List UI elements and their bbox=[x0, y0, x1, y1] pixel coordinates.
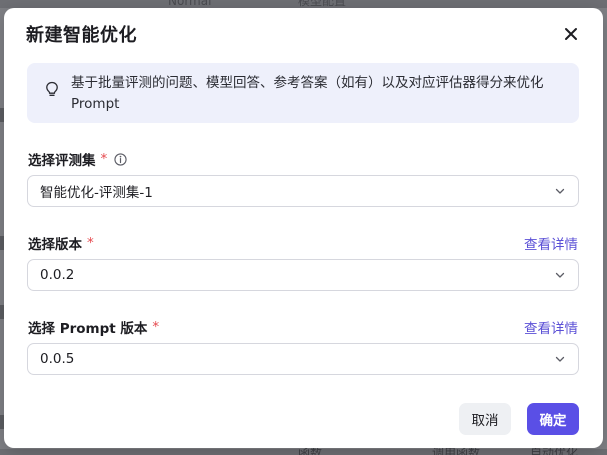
close-button[interactable] bbox=[561, 24, 581, 44]
evalset-select[interactable]: 智能优化-评测集-1 bbox=[27, 175, 579, 207]
confirm-button[interactable]: 确定 bbox=[527, 403, 579, 435]
chevron-down-icon bbox=[555, 188, 565, 194]
close-icon bbox=[565, 28, 577, 40]
info-banner: 基于批量评测的问题、模型回答、参考答案（如有）以及对应评估器得分来优化 Prom… bbox=[27, 63, 579, 123]
required-marker: * bbox=[152, 319, 160, 335]
dialog-title: 新建智能优化 bbox=[26, 25, 137, 46]
evalset-label: 选择评测集 * bbox=[28, 149, 127, 169]
version-select-value: 0.0.2 bbox=[40, 267, 75, 283]
cancel-button[interactable]: 取消 bbox=[459, 403, 511, 435]
version-label-text: 选择版本 bbox=[28, 237, 82, 253]
lightbulb-icon bbox=[46, 81, 58, 96]
prompt-version-label: 选择 Prompt 版本 * bbox=[28, 317, 159, 337]
create-optimization-dialog: 新建智能优化 基于批量评测的问题、模型回答、参考答案（如有）以及对应评估器得分来… bbox=[4, 8, 603, 448]
version-label: 选择版本 * bbox=[28, 233, 94, 253]
evalset-label-text: 选择评测集 bbox=[28, 153, 96, 169]
chevron-down-icon bbox=[555, 272, 565, 278]
background-model-config-tab: 模型配置 bbox=[298, 0, 347, 8]
chevron-down-icon bbox=[555, 356, 565, 362]
version-view-details-link[interactable]: 查看详情 bbox=[524, 233, 578, 253]
required-marker: * bbox=[87, 235, 94, 251]
version-select[interactable]: 0.0.2 bbox=[27, 259, 579, 291]
info-text: 基于批量评测的问题、模型回答、参考答案（如有）以及对应评估器得分来优化 Prom… bbox=[71, 75, 544, 112]
background-normal-select: Normal bbox=[168, 0, 212, 8]
prompt-version-select[interactable]: 0.0.5 bbox=[27, 343, 579, 375]
info-circle-icon[interactable] bbox=[114, 152, 127, 166]
prompt-version-select-value: 0.0.5 bbox=[40, 351, 75, 367]
prompt-version-view-details-link[interactable]: 查看详情 bbox=[524, 317, 578, 337]
required-marker: * bbox=[100, 151, 108, 167]
evalset-select-value: 智能优化-评测集-1 bbox=[40, 185, 153, 201]
prompt-version-label-text: 选择 Prompt 版本 bbox=[28, 321, 148, 337]
